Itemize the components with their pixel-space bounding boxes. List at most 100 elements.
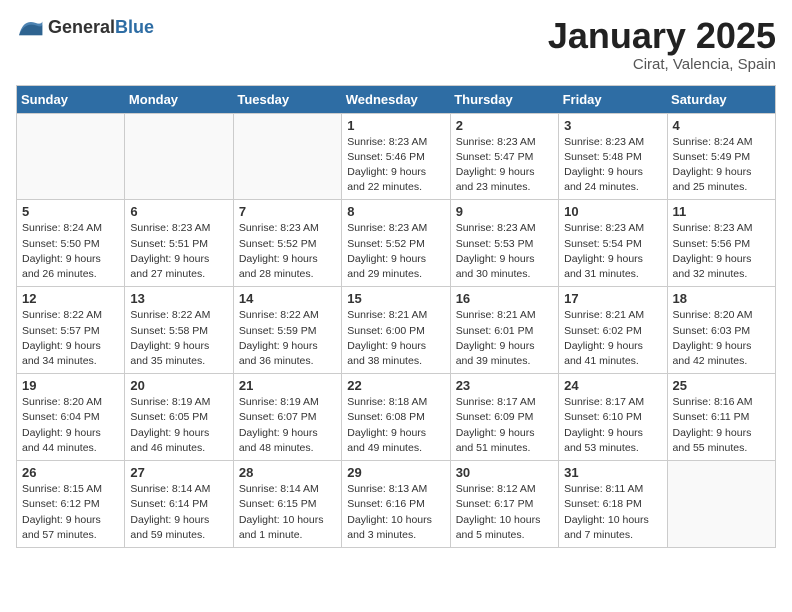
calendar-cell: 13 Sunrise: 8:22 AM Sunset: 5:58 PM Dayli…: [125, 287, 233, 374]
day-info: Sunrise: 8:20 AM Sunset: 6:03 PM Dayligh…: [673, 308, 770, 369]
day-number: 1: [347, 118, 444, 133]
calendar-cell: 3Sunrise: 8:23 AM Sunset: 5:48 PM Daylig…: [559, 113, 667, 200]
weekday-header-tuesday: Tuesday: [233, 85, 341, 113]
day-number: 31: [564, 465, 661, 480]
day-number: 3: [564, 118, 661, 133]
day-info: Sunrise: 8:22 AM Sunset: 5:57 PM Dayligh…: [22, 308, 119, 369]
day-info: Sunrise: 8:22 AM Sunset: 5:58 PM Dayligh…: [130, 308, 227, 369]
calendar-cell: 21Sunrise: 8:19 AM Sunset: 6:07 PM Dayli…: [233, 374, 341, 461]
calendar-cell: 27 Sunrise: 8:14 AM Sunset: 6:14 PM Dayli…: [125, 461, 233, 548]
calendar-cell: 12 Sunrise: 8:22 AM Sunset: 5:57 PM Dayli…: [17, 287, 125, 374]
weekday-header-monday: Monday: [125, 85, 233, 113]
weekday-header-friday: Friday: [559, 85, 667, 113]
day-number: 11: [673, 204, 770, 219]
calendar-cell: 2 Sunrise: 8:23 AM Sunset: 5:47 PM Daylig…: [450, 113, 558, 200]
calendar-cell: 10Sunrise: 8:23 AM Sunset: 5:54 PM Dayli…: [559, 200, 667, 287]
day-number: 21: [239, 378, 336, 393]
day-info: Sunrise: 8:18 AM Sunset: 6:08 PM Dayligh…: [347, 395, 444, 456]
title-block: January 2025 Cirat, Valencia, Spain: [548, 16, 776, 73]
calendar-cell: 29Sunrise: 8:13 AM Sunset: 6:16 PM Dayli…: [342, 461, 450, 548]
weekday-header-wednesday: Wednesday: [342, 85, 450, 113]
calendar-cell: 22Sunrise: 8:18 AM Sunset: 6:08 PM Dayli…: [342, 374, 450, 461]
calendar-title: January 2025: [548, 16, 776, 56]
calendar-cell: 19Sunrise: 8:20 AM Sunset: 6:04 PM Dayli…: [17, 374, 125, 461]
day-info: Sunrise: 8:17 AM Sunset: 6:10 PM Dayligh…: [564, 395, 661, 456]
calendar-cell: 9 Sunrise: 8:23 AM Sunset: 5:53 PM Daylig…: [450, 200, 558, 287]
weekday-header-row: SundayMondayTuesdayWednesdayThursdayFrid…: [17, 85, 776, 113]
day-number: 29: [347, 465, 444, 480]
day-number: 15: [347, 291, 444, 306]
logo: GeneralBlue: [16, 16, 154, 38]
calendar-cell: 26 Sunrise: 8:15 AM Sunset: 6:12 PM Dayli…: [17, 461, 125, 548]
day-info: Sunrise: 8:22 AM Sunset: 5:59 PM Dayligh…: [239, 308, 336, 369]
week-row-1: 1 Sunrise: 8:23 AM Sunset: 5:46 PM Daylig…: [17, 113, 776, 200]
day-number: 2: [456, 118, 553, 133]
calendar-cell: 24Sunrise: 8:17 AM Sunset: 6:10 PM Dayli…: [559, 374, 667, 461]
weekday-header-thursday: Thursday: [450, 85, 558, 113]
week-row-4: 19Sunrise: 8:20 AM Sunset: 6:04 PM Dayli…: [17, 374, 776, 461]
logo-general: General: [48, 17, 115, 37]
day-number: 26: [22, 465, 119, 480]
day-number: 13: [130, 291, 227, 306]
day-info: Sunrise: 8:23 AM Sunset: 5:46 PM Dayligh…: [347, 135, 444, 196]
day-info: Sunrise: 8:15 AM Sunset: 6:12 PM Dayligh…: [22, 482, 119, 543]
day-number: 17: [564, 291, 661, 306]
calendar-cell: 14Sunrise: 8:22 AM Sunset: 5:59 PM Dayli…: [233, 287, 341, 374]
day-number: 27: [130, 465, 227, 480]
day-number: 19: [22, 378, 119, 393]
weekday-header-saturday: Saturday: [667, 85, 775, 113]
calendar-cell: [17, 113, 125, 200]
day-number: 28: [239, 465, 336, 480]
week-row-3: 12 Sunrise: 8:22 AM Sunset: 5:57 PM Dayli…: [17, 287, 776, 374]
week-row-2: 5Sunrise: 8:24 AM Sunset: 5:50 PM Daylig…: [17, 200, 776, 287]
calendar-cell: 30Sunrise: 8:12 AM Sunset: 6:17 PM Dayli…: [450, 461, 558, 548]
day-info: Sunrise: 8:11 AM Sunset: 6:18 PM Dayligh…: [564, 482, 661, 543]
day-number: 16: [456, 291, 553, 306]
calendar-cell: 5Sunrise: 8:24 AM Sunset: 5:50 PM Daylig…: [17, 200, 125, 287]
day-info: Sunrise: 8:14 AM Sunset: 6:14 PM Dayligh…: [130, 482, 227, 543]
day-info: Sunrise: 8:14 AM Sunset: 6:15 PM Dayligh…: [239, 482, 336, 543]
calendar-cell: 20 Sunrise: 8:19 AM Sunset: 6:05 PM Dayli…: [125, 374, 233, 461]
day-info: Sunrise: 8:16 AM Sunset: 6:11 PM Dayligh…: [673, 395, 770, 456]
calendar-subtitle: Cirat, Valencia, Spain: [548, 56, 776, 73]
day-info: Sunrise: 8:21 AM Sunset: 6:02 PM Dayligh…: [564, 308, 661, 369]
day-number: 20: [130, 378, 227, 393]
day-number: 9: [456, 204, 553, 219]
page-header: GeneralBlue January 2025 Cirat, Valencia…: [16, 16, 776, 73]
calendar-cell: 6 Sunrise: 8:23 AM Sunset: 5:51 PM Daylig…: [125, 200, 233, 287]
day-info: Sunrise: 8:23 AM Sunset: 5:54 PM Dayligh…: [564, 221, 661, 282]
day-number: 12: [22, 291, 119, 306]
calendar-cell: 23 Sunrise: 8:17 AM Sunset: 6:09 PM Dayli…: [450, 374, 558, 461]
day-info: Sunrise: 8:23 AM Sunset: 5:51 PM Dayligh…: [130, 221, 227, 282]
day-number: 5: [22, 204, 119, 219]
calendar-cell: 8 Sunrise: 8:23 AM Sunset: 5:52 PM Daylig…: [342, 200, 450, 287]
day-info: Sunrise: 8:23 AM Sunset: 5:47 PM Dayligh…: [456, 135, 553, 196]
day-number: 8: [347, 204, 444, 219]
day-number: 4: [673, 118, 770, 133]
day-info: Sunrise: 8:21 AM Sunset: 6:00 PM Dayligh…: [347, 308, 444, 369]
day-info: Sunrise: 8:21 AM Sunset: 6:01 PM Dayligh…: [456, 308, 553, 369]
day-number: 6: [130, 204, 227, 219]
calendar-cell: 17 Sunrise: 8:21 AM Sunset: 6:02 PM Dayli…: [559, 287, 667, 374]
day-number: 18: [673, 291, 770, 306]
calendar-cell: 16 Sunrise: 8:21 AM Sunset: 6:01 PM Dayli…: [450, 287, 558, 374]
calendar-cell: [125, 113, 233, 200]
calendar-table: SundayMondayTuesdayWednesdayThursdayFrid…: [16, 85, 776, 548]
day-info: Sunrise: 8:23 AM Sunset: 5:52 PM Dayligh…: [347, 221, 444, 282]
day-info: Sunrise: 8:17 AM Sunset: 6:09 PM Dayligh…: [456, 395, 553, 456]
logo-text: GeneralBlue: [48, 17, 154, 38]
calendar-cell: 1 Sunrise: 8:23 AM Sunset: 5:46 PM Daylig…: [342, 113, 450, 200]
week-row-5: 26 Sunrise: 8:15 AM Sunset: 6:12 PM Dayli…: [17, 461, 776, 548]
day-number: 23: [456, 378, 553, 393]
day-number: 30: [456, 465, 553, 480]
day-info: Sunrise: 8:19 AM Sunset: 6:05 PM Dayligh…: [130, 395, 227, 456]
calendar-cell: 7Sunrise: 8:23 AM Sunset: 5:52 PM Daylig…: [233, 200, 341, 287]
calendar-cell: 15 Sunrise: 8:21 AM Sunset: 6:00 PM Dayli…: [342, 287, 450, 374]
logo-icon: [16, 16, 44, 38]
day-number: 25: [673, 378, 770, 393]
day-info: Sunrise: 8:23 AM Sunset: 5:53 PM Dayligh…: [456, 221, 553, 282]
calendar-cell: 4 Sunrise: 8:24 AM Sunset: 5:49 PM Daylig…: [667, 113, 775, 200]
day-info: Sunrise: 8:23 AM Sunset: 5:52 PM Dayligh…: [239, 221, 336, 282]
day-info: Sunrise: 8:24 AM Sunset: 5:49 PM Dayligh…: [673, 135, 770, 196]
calendar-cell: [667, 461, 775, 548]
